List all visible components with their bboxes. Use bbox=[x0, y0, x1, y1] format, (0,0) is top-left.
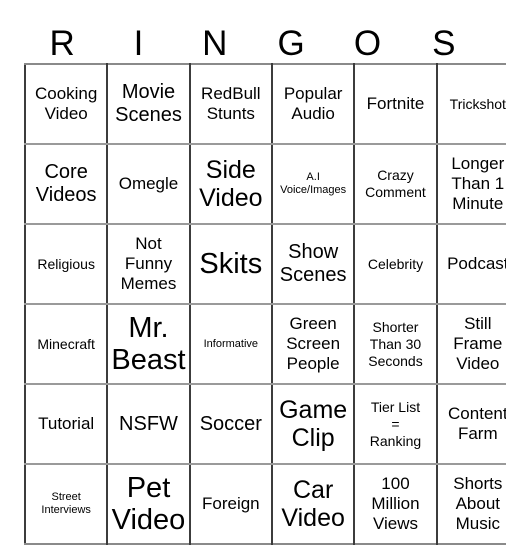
bingo-cell-label: Tier List = Ranking bbox=[369, 398, 422, 449]
bingo-cell-label: Mr. Beast bbox=[111, 312, 186, 376]
bingo-cell-label: Shorter Than 30 Seconds bbox=[368, 318, 423, 369]
bingo-cell[interactable]: Longer Than 1 Minute bbox=[436, 144, 506, 225]
bingo-cell[interactable]: NSFW bbox=[107, 384, 191, 465]
bingo-cell-label: Celebrity bbox=[367, 255, 424, 272]
bingo-cell-label: Movie Scenes bbox=[115, 81, 182, 126]
bingo-cell-label: Side Video bbox=[199, 156, 263, 212]
bingo-header-letter-2: N bbox=[202, 24, 228, 63]
bingo-cell-label: Core Videos bbox=[35, 161, 97, 206]
bingo-cell[interactable]: Crazy Comment bbox=[354, 144, 438, 225]
bingo-cell[interactable]: Tier List = Ranking bbox=[354, 384, 438, 465]
bingo-cell[interactable]: Not Funny Memes bbox=[107, 224, 191, 305]
bingo-cell[interactable]: Celebrity bbox=[354, 224, 438, 305]
bingo-cell-label: Informative bbox=[203, 337, 259, 350]
bingo-cell-label: Tutorial bbox=[38, 414, 95, 433]
bingo-header-letter-4: O bbox=[353, 24, 382, 63]
bingo-cell-label: Shorts About Music bbox=[453, 474, 503, 533]
bingo-row: Minecraft Mr. Beast Informative Green Scree… bbox=[25, 304, 506, 385]
bingo-grid: Cooking Video Movie Scenes RedBull Stunts P… bbox=[24, 63, 506, 545]
bingo-cell[interactable]: Show Scenes bbox=[271, 224, 356, 305]
bingo-cell-label: RedBull Stunts bbox=[201, 84, 261, 123]
bingo-cell-label: Popular Audio bbox=[283, 84, 343, 123]
bingo-cell-label: 100 Million Views bbox=[371, 474, 420, 533]
bingo-cell[interactable]: Fortnite bbox=[354, 64, 438, 145]
bingo-card: R I N G O S Cooking Video Movie Scenes Red… bbox=[24, 8, 506, 545]
bingo-cell-label: Religious bbox=[37, 255, 95, 272]
bingo-cell-label: Car Video bbox=[281, 476, 345, 532]
bingo-cell-label: Content Farm bbox=[448, 404, 506, 443]
bingo-cell[interactable]: Movie Scenes bbox=[107, 64, 191, 145]
bingo-cell[interactable]: Trickshot bbox=[436, 64, 506, 145]
bingo-cell-label: Crazy Comment bbox=[365, 167, 426, 200]
bingo-cell[interactable]: Pet Video bbox=[107, 464, 191, 544]
bingo-cell[interactable]: Tutorial bbox=[25, 384, 109, 465]
bingo-cell-label: Pet Video bbox=[111, 472, 186, 536]
bingo-row: Street Interviews Pet Video Foreign Car Vid… bbox=[25, 464, 506, 544]
bingo-cell-label: Cooking Video bbox=[34, 84, 98, 123]
bingo-cell-label: Green Screen People bbox=[286, 314, 341, 373]
bingo-cell[interactable]: Game Clip bbox=[271, 384, 356, 465]
bingo-cell-label: Trickshot bbox=[449, 95, 506, 112]
bingo-cell[interactable]: Omegle bbox=[107, 144, 191, 225]
bingo-cell[interactable]: Minecraft bbox=[25, 304, 109, 385]
bingo-cell-label: Foreign bbox=[202, 494, 260, 513]
bingo-cell[interactable]: Car Video bbox=[271, 464, 356, 544]
bingo-cell[interactable]: Skits bbox=[189, 224, 273, 305]
bingo-cell[interactable]: Soccer bbox=[189, 384, 273, 465]
bingo-cell[interactable]: Informative bbox=[189, 304, 273, 385]
bingo-cell[interactable]: RedBull Stunts bbox=[189, 64, 273, 145]
bingo-cell[interactable]: 100 Million Views bbox=[354, 464, 438, 544]
bingo-cell[interactable]: A.I Voice/Images bbox=[271, 144, 356, 225]
bingo-cell-label: Show Scenes bbox=[279, 241, 347, 286]
bingo-cell[interactable]: Green Screen People bbox=[271, 304, 356, 385]
bingo-cell-label: Skits bbox=[199, 248, 263, 280]
bingo-header-letter-1: I bbox=[133, 24, 144, 63]
bingo-cell[interactable]: Cooking Video bbox=[25, 64, 109, 145]
bingo-header-letter-0: R bbox=[49, 24, 75, 63]
bingo-cell[interactable]: Mr. Beast bbox=[107, 304, 191, 385]
bingo-row: Cooking Video Movie Scenes RedBull Stunts P… bbox=[25, 64, 506, 145]
bingo-cell-label: Street Interviews bbox=[41, 491, 91, 516]
bingo-header: R I N G O S bbox=[24, 8, 482, 63]
bingo-cell-label: Podcast bbox=[447, 254, 506, 273]
bingo-cell-label: A.I Voice/Images bbox=[280, 171, 347, 196]
bingo-row: Tutorial NSFW Soccer Game Clip Tier List = R… bbox=[25, 384, 506, 465]
bingo-cell-label: Longer Than 1 Minute bbox=[451, 154, 505, 213]
bingo-cell-label: Omegle bbox=[118, 174, 179, 193]
bingo-cell[interactable]: Street Interviews bbox=[25, 464, 109, 544]
bingo-cell-label: Minecraft bbox=[37, 335, 95, 352]
bingo-cell-label: NSFW bbox=[119, 412, 178, 435]
bingo-cell[interactable]: Still Frame Video bbox=[436, 304, 506, 385]
bingo-cell[interactable]: Foreign bbox=[189, 464, 273, 544]
bingo-cell-label: Fortnite bbox=[366, 94, 425, 113]
bingo-cell[interactable]: Side Video bbox=[189, 144, 273, 225]
bingo-row: Core Videos Omegle Side Video A.I Voice/Ima… bbox=[25, 144, 506, 225]
bingo-cell[interactable]: Podcast bbox=[436, 224, 506, 305]
bingo-cell-label: Soccer bbox=[199, 412, 262, 435]
bingo-header-letter-3: G bbox=[277, 24, 305, 63]
bingo-cell-label: Still Frame Video bbox=[453, 314, 503, 373]
bingo-cell[interactable]: Shorter Than 30 Seconds bbox=[354, 304, 438, 385]
bingo-cell[interactable]: Popular Audio bbox=[271, 64, 356, 145]
bingo-header-letter-5: S bbox=[432, 24, 456, 63]
bingo-row: Religious Not Funny Memes Skits Show Scenes… bbox=[25, 224, 506, 305]
bingo-cell-label: Not Funny Memes bbox=[120, 234, 177, 293]
bingo-cell[interactable]: Shorts About Music bbox=[437, 464, 506, 544]
bingo-cell[interactable]: Core Videos bbox=[25, 144, 109, 225]
bingo-cell[interactable]: Content Farm bbox=[436, 384, 506, 465]
bingo-cell-label: Game Clip bbox=[279, 396, 348, 452]
bingo-cell[interactable]: Religious bbox=[25, 224, 109, 305]
